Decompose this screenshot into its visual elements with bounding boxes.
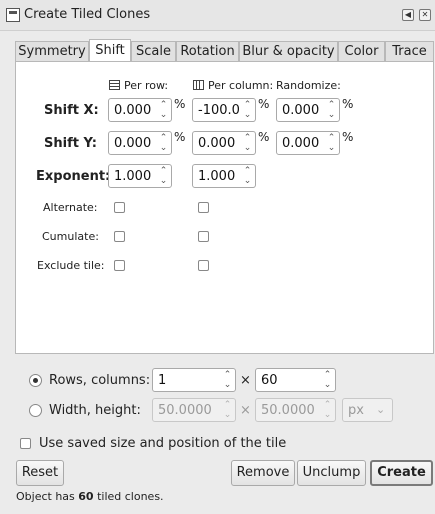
spin-arrows-icon[interactable]: ⌃ ⌄ <box>221 370 234 390</box>
spin-arrows-icon[interactable]: ⌃ ⌄ <box>157 100 170 120</box>
shift-x-randomize-spin[interactable]: 0.000 ⌃ ⌄ <box>276 98 340 122</box>
width-height-radio[interactable] <box>29 404 42 417</box>
spin-value: 1.000 <box>198 169 236 184</box>
tab-rotation[interactable]: Rotation <box>176 41 239 62</box>
spin-value: 0.000 <box>198 136 236 151</box>
width-spin[interactable]: 50.0000 ⌃ ⌄ <box>152 398 236 422</box>
title-bar: Create Tiled Clones ◀ ✕ <box>0 0 435 31</box>
rows-spin[interactable]: 1 ⌃ ⌄ <box>152 368 236 392</box>
per-row-icon <box>109 80 120 90</box>
use-saved-label: Use saved size and position of the tile <box>39 436 287 451</box>
tab-blur-opacity[interactable]: Blur & opacity <box>239 41 338 62</box>
spin-arrows-icon[interactable]: ⌃ ⌄ <box>241 166 254 186</box>
spin-arrows-icon[interactable]: ⌃ ⌄ <box>157 166 170 186</box>
spin-arrows-icon[interactable]: ⌃ ⌄ <box>241 100 254 120</box>
status-prefix: Object has <box>16 490 79 503</box>
reset-button[interactable]: Reset <box>16 460 64 486</box>
spin-value: 0.000 <box>114 103 152 118</box>
use-saved-checkbox[interactable] <box>20 438 31 449</box>
unit-value: px <box>348 403 364 418</box>
shift-y-label: Shift Y: <box>44 136 97 151</box>
spin-value: -100.0 <box>198 103 240 118</box>
clone-count: 60 <box>78 490 94 503</box>
shift-y-randomize-spin[interactable]: 0.000 ⌃ ⌄ <box>276 131 340 155</box>
cumulate-per-row-checkbox[interactable] <box>114 231 125 242</box>
shift-y-per-column-spin[interactable]: 0.000 ⌃ ⌄ <box>192 131 256 155</box>
spin-arrows-icon[interactable]: ⌃ ⌄ <box>221 400 234 420</box>
percent-sign: % <box>342 97 354 111</box>
percent-sign: % <box>174 97 186 111</box>
tab-shift[interactable]: Shift <box>89 39 131 61</box>
times-sign: × <box>240 403 251 418</box>
spin-arrows-icon[interactable]: ⌃ ⌄ <box>325 133 338 153</box>
alternate-per-column-checkbox[interactable] <box>198 202 209 213</box>
spin-value: 1.000 <box>114 169 152 184</box>
window-title: Create Tiled Clones <box>24 7 151 22</box>
cumulate-label: Cumulate: <box>42 230 99 243</box>
rows-columns-label: Rows, columns: <box>49 373 151 388</box>
spin-value: 0.000 <box>282 136 320 151</box>
spin-value: 50.0000 <box>158 403 212 418</box>
exclude-tile-label: Exclude tile: <box>37 259 105 272</box>
spin-value: 1 <box>158 373 167 388</box>
unit-select[interactable]: px ⌄ <box>342 398 393 422</box>
spin-arrows-icon[interactable]: ⌃ ⌄ <box>321 400 334 420</box>
spin-value: 0.000 <box>282 103 320 118</box>
spin-arrows-icon[interactable]: ⌃ ⌄ <box>325 100 338 120</box>
cumulate-per-column-checkbox[interactable] <box>198 231 209 242</box>
randomize-header: Randomize: <box>276 79 341 92</box>
alternate-per-row-checkbox[interactable] <box>114 202 125 213</box>
unclump-button[interactable]: Unclump <box>297 460 366 486</box>
tab-trace[interactable]: Trace <box>385 41 434 62</box>
shift-y-per-row-spin[interactable]: 0.000 ⌃ ⌄ <box>108 131 172 155</box>
spin-arrows-icon[interactable]: ⌃ ⌄ <box>241 133 254 153</box>
tab-scale[interactable]: Scale <box>131 41 176 62</box>
columns-spin[interactable]: 60 ⌃ ⌄ <box>255 368 336 392</box>
times-sign: × <box>240 373 251 388</box>
per-row-header: Per row: <box>124 79 169 92</box>
exclude-tile-per-row-checkbox[interactable] <box>114 260 125 271</box>
percent-sign: % <box>174 130 186 144</box>
spin-arrows-icon[interactable]: ⌃ ⌄ <box>321 370 334 390</box>
shift-x-label: Shift X: <box>44 103 99 118</box>
shift-x-per-column-spin[interactable]: -100.0 ⌃ ⌄ <box>192 98 256 122</box>
exponent-per-row-spin[interactable]: 1.000 ⌃ ⌄ <box>108 164 172 188</box>
percent-sign: % <box>342 130 354 144</box>
shift-x-per-row-spin[interactable]: 0.000 ⌃ ⌄ <box>108 98 172 122</box>
width-height-label: Width, height: <box>49 403 141 418</box>
tab-symmetry[interactable]: Symmetry <box>15 41 89 62</box>
exponent-per-column-spin[interactable]: 1.000 ⌃ ⌄ <box>192 164 256 188</box>
collapse-left-icon[interactable]: ◀ <box>402 9 414 21</box>
rows-columns-radio[interactable] <box>29 374 42 387</box>
spin-arrows-icon[interactable]: ⌃ ⌄ <box>157 133 170 153</box>
percent-sign: % <box>258 130 270 144</box>
create-button[interactable]: Create <box>370 460 433 486</box>
tiled-clones-icon <box>6 8 20 22</box>
height-spin[interactable]: 50.0000 ⌃ ⌄ <box>255 398 336 422</box>
spin-value: 60 <box>261 373 278 388</box>
tab-color[interactable]: Color <box>338 41 385 62</box>
status-text: Object has 60 tiled clones. <box>16 490 164 503</box>
remove-button[interactable]: Remove <box>231 460 295 486</box>
spin-value: 50.0000 <box>261 403 315 418</box>
per-column-icon <box>193 80 204 90</box>
per-column-header: Per column: <box>208 79 274 92</box>
alternate-label: Alternate: <box>43 201 98 214</box>
spin-value: 0.000 <box>114 136 152 151</box>
status-suffix: tiled clones. <box>93 490 164 503</box>
exponent-label: Exponent: <box>36 169 111 184</box>
chevron-down-icon: ⌄ <box>376 403 386 416</box>
exclude-tile-per-column-checkbox[interactable] <box>198 260 209 271</box>
percent-sign: % <box>258 97 270 111</box>
close-icon[interactable]: ✕ <box>419 9 431 21</box>
